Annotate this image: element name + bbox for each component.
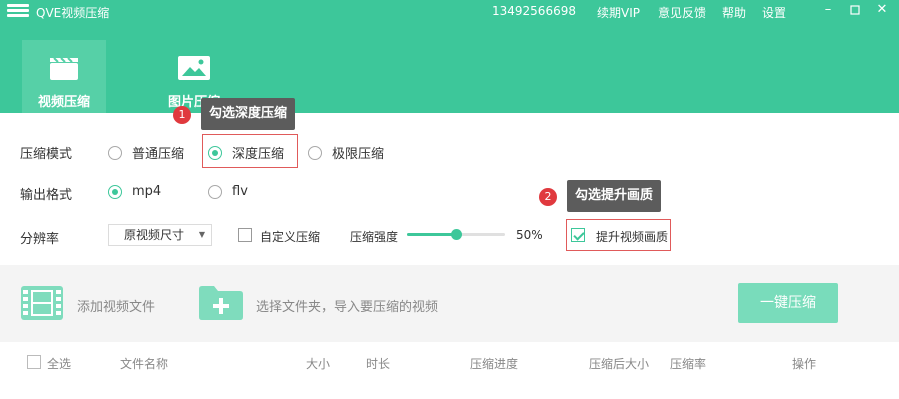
app-title: QVE视频压缩	[36, 6, 110, 20]
mode-normal-label: 普通压缩	[132, 147, 185, 162]
resolution-label: 分辨率	[20, 232, 60, 247]
compress-mode-label: 压缩模式	[20, 147, 73, 162]
clapperboard-icon	[49, 55, 79, 85]
annotation-badge-1: 1	[173, 106, 191, 124]
resolution-select[interactable]: 原视频尺寸 ▼	[108, 224, 212, 246]
custom-compress-label: 自定义压缩	[260, 230, 321, 244]
radio-indicator	[108, 184, 122, 199]
format-mp4-label: mp4	[132, 184, 162, 199]
custom-compress-checkbox[interactable]	[238, 228, 252, 242]
slider-fill	[407, 233, 456, 236]
strength-value: 50%	[516, 228, 543, 242]
enhance-quality-checkbox[interactable]	[571, 228, 585, 242]
radio-indicator	[208, 184, 222, 199]
app-logo-icon	[7, 4, 29, 20]
column-filename: 文件名称	[120, 357, 169, 371]
mode-deep-radio[interactable]: 深度压缩	[208, 143, 284, 162]
annotation-tooltip-2: 勾选提升画质	[567, 180, 662, 212]
radio-indicator	[208, 145, 222, 160]
slider-handle[interactable]	[451, 229, 462, 240]
enhance-quality-label: 提升视频画质	[596, 230, 669, 244]
column-compressed-size: 压缩后大小	[589, 357, 650, 371]
strength-slider[interactable]	[407, 229, 505, 240]
format-mp4-radio[interactable]: mp4	[108, 184, 161, 199]
resolution-value: 原视频尺寸	[124, 228, 185, 242]
column-duration: 时长	[366, 357, 391, 371]
annotation-tooltip-1: 勾选深度压缩	[201, 98, 296, 130]
chevron-down-icon: ▼	[198, 230, 205, 239]
account-phone[interactable]: 13492566698	[492, 4, 576, 18]
one-click-compress-button[interactable]: 一键压缩	[738, 283, 838, 323]
title-bar: QVE视频压缩 13492566698 续期VIP 意见反馈 帮助 设置 – ✕	[0, 0, 899, 24]
output-format-label: 输出格式	[20, 188, 73, 203]
format-flv-radio[interactable]: flv	[208, 184, 248, 199]
radio-indicator	[108, 145, 122, 160]
image-icon	[177, 55, 211, 85]
column-size: 大小	[306, 357, 331, 371]
feedback-link[interactable]: 意见反馈	[658, 4, 706, 21]
format-flv-label: flv	[232, 184, 248, 199]
mode-normal-radio[interactable]: 普通压缩	[108, 143, 184, 162]
column-actions: 操作	[792, 357, 817, 371]
mode-deep-label: 深度压缩	[232, 147, 285, 162]
select-all-checkbox[interactable]	[27, 355, 41, 369]
maximize-icon[interactable]	[847, 2, 863, 18]
settings-link[interactable]: 设置	[762, 4, 786, 21]
mode-extreme-radio[interactable]: 极限压缩	[308, 143, 384, 162]
minimize-icon[interactable]: –	[820, 2, 836, 18]
mode-extreme-label: 极限压缩	[332, 147, 385, 162]
help-link[interactable]: 帮助	[722, 4, 746, 21]
column-progress: 压缩进度	[470, 357, 519, 371]
tab-video-compress-label: 视频压缩	[37, 95, 90, 110]
close-icon[interactable]: ✕	[874, 2, 890, 18]
column-ratio: 压缩率	[670, 357, 707, 371]
radio-indicator	[308, 145, 322, 160]
select-folder-button[interactable]: 选择文件夹，导入要压缩的视频	[256, 296, 438, 315]
annotation-badge-2: 2	[539, 188, 557, 206]
strength-label: 压缩强度	[350, 230, 399, 244]
film-icon[interactable]	[20, 285, 64, 325]
tab-video-compress[interactable]: 视频压缩	[22, 40, 106, 113]
select-all-label: 全选	[47, 357, 72, 371]
add-folder-icon[interactable]	[198, 285, 244, 325]
add-video-button[interactable]: 添加视频文件	[77, 296, 155, 315]
renew-vip-link[interactable]: 续期VIP	[597, 4, 640, 21]
